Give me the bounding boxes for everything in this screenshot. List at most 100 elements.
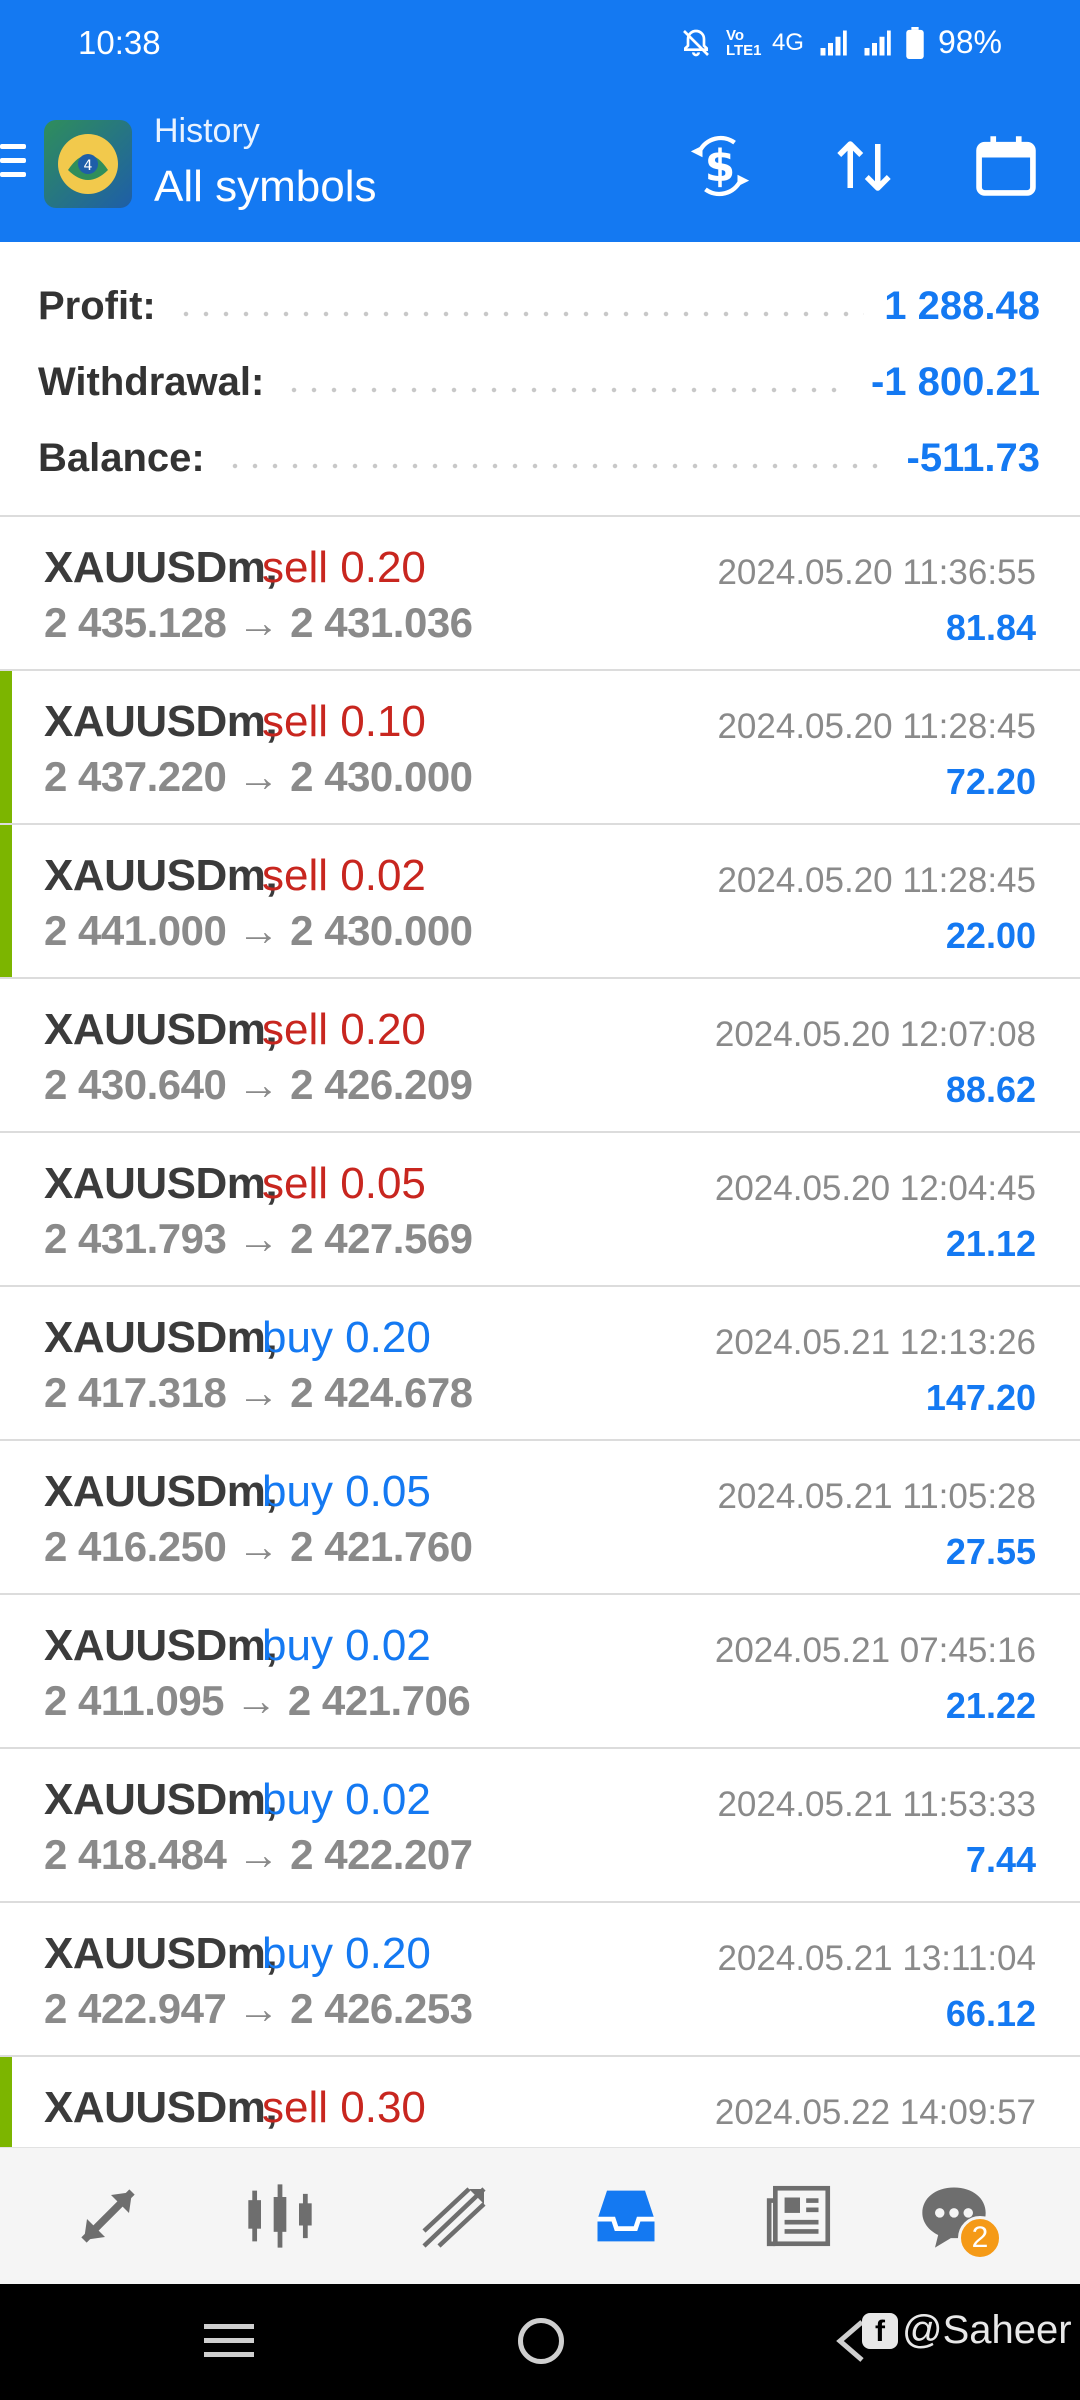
dotted-leader (284, 385, 851, 395)
system-navigation-bar: f @Saheer (0, 2284, 1080, 2400)
metatrader-logo[interactable]: 4 (44, 120, 132, 208)
deal-prices: 2 422.947 → 2 426.253 (44, 1985, 473, 2032)
deal-type: sell 0.05 (262, 1159, 426, 1208)
withdrawal-label: Withdrawal: (38, 359, 265, 404)
quotes-icon[interactable] (68, 2176, 148, 2256)
deal-type: buy 0.20 (262, 1313, 431, 1362)
withdrawal-row: Withdrawal: -1 800.21 (38, 352, 1040, 412)
deal-row[interactable]: XAUUSDm, sell 0.05 2 431.793 → 2 427.569… (0, 1133, 1080, 1287)
trade-icon[interactable] (414, 2176, 494, 2256)
profit-row: Profit: 1 288.48 (38, 276, 1040, 336)
deal-row[interactable]: XAUUSDm, sell 0.20 2 435.128 → 2 431.036… (0, 517, 1080, 671)
bottom-navigation: 2 (0, 2147, 1080, 2284)
deal-symbol: XAUUSDm, (44, 851, 278, 900)
deal-time: 2024.05.20 12:04:45 (714, 1169, 1036, 1208)
deal-symbol: XAUUSDm, (44, 1005, 278, 1054)
deal-row[interactable]: XAUUSDm, sell 0.02 2 441.000 → 2 430.000… (0, 825, 1080, 979)
balance-operations-icon[interactable]: $ (680, 126, 760, 206)
deal-time: 2024.05.20 11:36:55 (717, 553, 1036, 592)
balance-value: -511.73 (906, 435, 1040, 480)
deal-row[interactable]: XAUUSDm, sell 0.20 2 430.640 → 2 426.209… (0, 979, 1080, 1133)
deal-profit: 21.12 (945, 1223, 1036, 1264)
deal-marker (0, 2057, 12, 2147)
deal-symbol: XAUUSDm, (44, 543, 278, 592)
deal-type: sell 0.02 (262, 851, 426, 900)
calendar-icon[interactable] (966, 126, 1046, 206)
profit-label: Profit: (38, 283, 156, 328)
deal-time: 2024.05.20 11:28:45 (717, 861, 1036, 900)
deal-time: 2024.05.22 14:09:57 (714, 2093, 1036, 2132)
deal-type: buy 0.02 (262, 1775, 431, 1824)
deal-type: sell 0.30 (262, 2083, 426, 2132)
news-icon[interactable] (760, 2176, 840, 2256)
deal-row[interactable]: XAUUSDm, buy 0.02 2 418.484 → 2 422.207 … (0, 1749, 1080, 1903)
status-bar: 10:38 Vo LTE1 4G 98% (0, 0, 1080, 92)
recent-apps-icon[interactable] (204, 2324, 254, 2366)
deal-prices: 2 431.793 → 2 427.569 (44, 1215, 473, 1262)
sort-icon[interactable] (824, 126, 904, 206)
signal-icon-2 (864, 30, 891, 55)
dotted-leader (175, 309, 865, 319)
deal-profit: 81.84 (945, 607, 1036, 648)
deal-symbol: XAUUSDm, (44, 1929, 278, 1978)
deal-symbol: XAUUSDm, (44, 1313, 278, 1362)
deal-prices: 2 417.318 → 2 424.678 (44, 1369, 473, 1416)
svg-text:4: 4 (84, 158, 93, 174)
deal-time: 2024.05.21 07:45:16 (714, 1631, 1036, 1670)
deal-profit: 7.44 (965, 1839, 1036, 1880)
app-header: 10:38 Vo LTE1 4G 98% 4 History All symbo… (0, 0, 1080, 242)
app-title-small: History (154, 112, 260, 150)
deal-symbol: XAUUSDm, (44, 1775, 278, 1824)
deal-profit: 21.22 (945, 1685, 1036, 1726)
deal-prices: 2 437.220 → 2 430.000 (44, 753, 473, 800)
deal-profit: 66.12 (945, 1993, 1036, 2034)
deal-row[interactable]: XAUUSDm, buy 0.20 2 422.947 → 2 426.253 … (0, 1903, 1080, 2057)
deal-time: 2024.05.21 11:05:28 (717, 1477, 1036, 1516)
profit-value: 1 288.48 (884, 283, 1040, 328)
battery-icon (906, 26, 924, 59)
deals-list[interactable]: XAUUSDm, sell 0.20 2 435.128 → 2 431.036… (0, 517, 1080, 2147)
deal-profit: 22.00 (945, 915, 1036, 956)
watermark: f @Saheer (862, 2308, 1072, 2353)
home-icon[interactable] (518, 2318, 564, 2364)
deal-prices: 2 441.000 → 2 430.000 (44, 907, 473, 954)
deal-time: 2024.05.21 11:53:33 (717, 1785, 1036, 1824)
history-icon[interactable] (586, 2176, 666, 2256)
deal-time: 2024.05.21 12:13:26 (714, 1323, 1036, 1362)
deal-type: sell 0.20 (262, 543, 426, 592)
deal-prices: 2 430.640 → 2 426.209 (44, 1061, 473, 1108)
network-type: 4G (771, 28, 804, 56)
chat-badge: 2 (958, 2216, 1002, 2260)
balance-row: Balance: -511.73 (38, 428, 1040, 488)
chart-icon[interactable] (240, 2176, 320, 2256)
balance-label: Balance: (38, 435, 205, 480)
status-time: 10:38 (78, 24, 161, 61)
app-title-symbol-filter[interactable]: All symbols (154, 162, 377, 212)
deal-row[interactable]: XAUUSDm, buy 0.05 2 416.250 → 2 421.760 … (0, 1441, 1080, 1595)
deal-profit: 88.62 (945, 1069, 1036, 1110)
deal-marker (0, 825, 12, 977)
svg-text:$: $ (705, 141, 735, 192)
deal-symbol: XAUUSDm, (44, 1159, 278, 1208)
deal-prices: 2 411.095 → 2 421.706 (44, 1677, 471, 1724)
deal-row[interactable]: XAUUSDm, buy 0.02 2 411.095 → 2 421.706 … (0, 1595, 1080, 1749)
watermark-text: @Saheer (902, 2308, 1072, 2352)
deal-type: sell 0.10 (262, 697, 426, 746)
deal-row[interactable]: XAUUSDm, sell 0.30 2024.05.22 14:09:57 (0, 2057, 1080, 2147)
app-bar: 4 History All symbols $ (0, 92, 1080, 242)
deal-type: buy 0.02 (262, 1621, 431, 1670)
deal-marker (0, 671, 12, 823)
deal-symbol: XAUUSDm, (44, 2083, 278, 2132)
deal-symbol: XAUUSDm, (44, 697, 278, 746)
deal-row[interactable]: XAUUSDm, sell 0.10 2 437.220 → 2 430.000… (0, 671, 1080, 825)
deal-type: buy 0.05 (262, 1467, 431, 1516)
signal-icon-1 (820, 30, 847, 55)
deal-row[interactable]: XAUUSDm, buy 0.20 2 417.318 → 2 424.678 … (0, 1287, 1080, 1441)
deal-time: 2024.05.21 13:11:04 (717, 1939, 1036, 1978)
menu-icon[interactable] (0, 144, 30, 184)
battery-percent: 98% (937, 24, 1002, 60)
chat-icon[interactable]: 2 (914, 2176, 1002, 2260)
deal-prices: 2 418.484 → 2 422.207 (44, 1831, 473, 1878)
withdrawal-value: -1 800.21 (870, 359, 1040, 404)
deal-time: 2024.05.20 12:07:08 (714, 1015, 1036, 1054)
